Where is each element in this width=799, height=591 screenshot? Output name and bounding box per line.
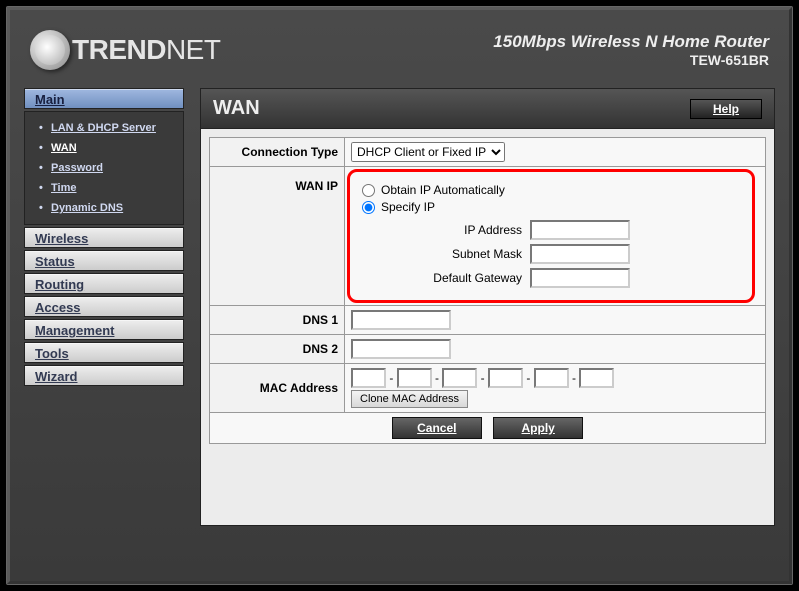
nav-management[interactable]: Management: [24, 319, 184, 340]
input-dns2[interactable]: [351, 339, 451, 359]
content-panel: WAN Help Connection Type DHCP Client or …: [200, 88, 775, 526]
help-button[interactable]: Help: [690, 99, 762, 119]
submenu-dynamic-dns[interactable]: Dynamic DNS: [43, 198, 183, 218]
nav-status[interactable]: Status: [24, 250, 184, 271]
input-mac-4[interactable]: [488, 368, 523, 388]
submenu: LAN & DHCP Server WAN Password Time Dyna…: [24, 111, 184, 225]
header: TRENDNET 150Mbps Wireless N Home Router …: [24, 18, 775, 88]
globe-icon: [30, 30, 70, 70]
nav-main[interactable]: Main: [24, 88, 184, 109]
input-dns1[interactable]: [351, 310, 451, 330]
settings-table: Connection Type DHCP Client or Fixed IP …: [209, 137, 766, 444]
input-mac-5[interactable]: [534, 368, 569, 388]
submenu-time[interactable]: Time: [43, 178, 183, 198]
label-connection-type: Connection Type: [210, 138, 345, 167]
nav-tools[interactable]: Tools: [24, 342, 184, 363]
radio-specify-ip[interactable]: [362, 201, 375, 214]
content-header: WAN Help: [201, 89, 774, 129]
label-specify-ip: Specify IP: [381, 200, 435, 214]
brand-name-1: TREND: [72, 34, 166, 65]
input-mac-3[interactable]: [442, 368, 477, 388]
header-title-block: 150Mbps Wireless N Home Router TEW-651BR: [493, 32, 769, 68]
label-ip-address: IP Address: [402, 223, 522, 237]
nav-wireless[interactable]: Wireless: [24, 227, 184, 248]
apply-button[interactable]: Apply: [493, 417, 583, 439]
sidebar: Main LAN & DHCP Server WAN Password Time…: [24, 88, 184, 526]
input-ip-address[interactable]: [530, 220, 630, 240]
submenu-lan-dhcp[interactable]: LAN & DHCP Server: [43, 118, 183, 138]
label-dns2: DNS 2: [210, 335, 345, 364]
nav-wizard[interactable]: Wizard: [24, 365, 184, 386]
radio-obtain-ip[interactable]: [362, 184, 375, 197]
submenu-password[interactable]: Password: [43, 158, 183, 178]
submenu-wan[interactable]: WAN: [43, 138, 183, 158]
label-default-gateway: Default Gateway: [402, 271, 522, 285]
label-subnet-mask: Subnet Mask: [402, 247, 522, 261]
product-title: 150Mbps Wireless N Home Router: [493, 32, 769, 52]
label-obtain-ip: Obtain IP Automatically: [381, 183, 505, 197]
brand-name-2: NET: [166, 34, 221, 65]
clone-mac-button[interactable]: Clone MAC Address: [351, 390, 468, 408]
label-wan-ip: WAN IP: [210, 167, 345, 306]
wan-ip-highlight: Obtain IP Automatically Specify IP: [347, 169, 755, 303]
brand-logo: TRENDNET: [30, 30, 220, 70]
input-mac-1[interactable]: [351, 368, 386, 388]
input-mac-6[interactable]: [579, 368, 614, 388]
input-subnet-mask[interactable]: [530, 244, 630, 264]
label-dns1: DNS 1: [210, 306, 345, 335]
page-title: WAN: [213, 97, 260, 120]
input-mac-2[interactable]: [397, 368, 432, 388]
product-model: TEW-651BR: [493, 52, 769, 68]
nav-routing[interactable]: Routing: [24, 273, 184, 294]
nav-access[interactable]: Access: [24, 296, 184, 317]
input-default-gateway[interactable]: [530, 268, 630, 288]
cancel-button[interactable]: Cancel: [392, 417, 482, 439]
label-mac-address: MAC Address: [210, 364, 345, 413]
connection-type-select[interactable]: DHCP Client or Fixed IP: [351, 142, 505, 162]
